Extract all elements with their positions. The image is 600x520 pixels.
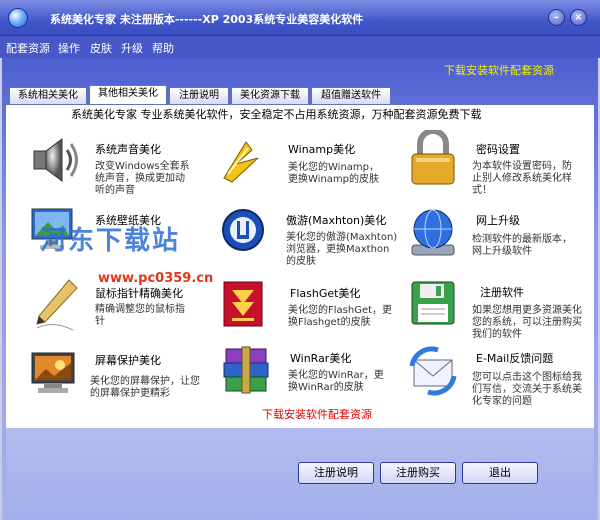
window-title: 系统美化专家 未注册版本------XP 2003系统专业美容美化软件 [50, 13, 364, 26]
screensaver-icon[interactable] [30, 351, 76, 398]
app-logo-icon [8, 8, 28, 28]
pen-cursor-icon[interactable] [33, 278, 79, 335]
feature-flashget-title[interactable]: FlashGet美化 [290, 285, 360, 301]
feature-cursor-title[interactable]: 鼠标指针精确美化 [95, 285, 183, 301]
winamp-icon[interactable] [218, 138, 268, 187]
winrar-icon[interactable] [220, 345, 276, 400]
download-resources-link-bottom[interactable]: 下载安装软件配套资源 [262, 406, 372, 422]
feature-cursor-desc: 精确调整您的鼠标指针 [95, 304, 185, 327]
feature-screensaver-desc: 美化您的屏幕保护，让您的屏幕保护更精彩 [90, 376, 200, 399]
feature-upgrade-title[interactable]: 网上升级 [476, 212, 520, 228]
globe-upgrade-icon[interactable] [408, 207, 458, 262]
title-bar: 系统美化专家 未注册版本------XP 2003系统专业美容美化软件 – × [0, 0, 600, 36]
feature-register-title[interactable]: 注册软件 [480, 284, 524, 300]
floppy-register-icon[interactable] [408, 278, 458, 331]
register-info-button[interactable]: 注册说明 [298, 462, 374, 484]
menu-operation[interactable]: 操作 [58, 40, 80, 56]
feature-register-desc: 如果您想用更多资源美化您的系统，可以注册购买我们的软件 [472, 305, 582, 340]
feature-email-desc: 您可以点击这个图标给我们写信，交流关于系统美化专家的问题 [472, 372, 582, 407]
menu-bar: 配套资源 操作 皮肤 升级 帮助 [0, 36, 600, 58]
feature-maxthon-desc: 美化您的傲游(Maxhton)浏览器，更换Maxthon的皮肤 [286, 232, 398, 267]
feature-winrar-desc: 美化您的WinRar，更换WinRar的皮肤 [288, 370, 384, 393]
register-buy-button[interactable]: 注册购买 [380, 462, 456, 484]
info-banner: 系统美化专家 专业系统美化软件，安全稳定不占用系统资源，万种配套资源免费下载 [6, 104, 594, 126]
email-feedback-icon[interactable] [408, 346, 458, 399]
menu-resources[interactable]: 配套资源 [6, 40, 50, 56]
feature-winamp-title[interactable]: Winamp美化 [288, 141, 355, 157]
feature-maxthon-title[interactable]: 傲游(Maxhton)美化 [286, 212, 386, 228]
tab-other-beautify[interactable]: 其他相关美化 [89, 85, 167, 105]
tab-system-beautify[interactable]: 系统相关美化 [9, 87, 87, 104]
exit-button[interactable]: 退出 [462, 462, 538, 484]
feature-sound-desc: 改变Windows全套系统声音，换成更加动听的声音 [95, 161, 190, 196]
tab-resource-download[interactable]: 美化资源下载 [231, 87, 309, 104]
tab-register-info[interactable]: 注册说明 [169, 87, 229, 104]
speaker-icon[interactable] [30, 135, 80, 188]
maxthon-icon[interactable] [220, 207, 266, 256]
flashget-icon[interactable] [222, 280, 264, 331]
menu-upgrade[interactable]: 升级 [121, 40, 143, 56]
feature-password-title[interactable]: 密码设置 [476, 141, 520, 157]
feature-winamp-desc: 美化您的Winamp，更换Winamp的皮肤 [288, 162, 380, 185]
menu-help[interactable]: 帮助 [152, 40, 174, 56]
tab-bonus-software[interactable]: 超值赠送软件 [311, 87, 391, 104]
watermark-text: 河东下载站 [40, 226, 181, 256]
close-button[interactable]: × [570, 9, 587, 26]
feature-screensaver-title[interactable]: 屏幕保护美化 [95, 352, 161, 368]
feature-password-desc: 为本软件设置密码，防止别人修改系统美化样式！ [472, 161, 572, 196]
feature-sound-title[interactable]: 系统声音美化 [95, 141, 161, 157]
feature-upgrade-desc: 检测软件的最新版本，网上升级软件 [472, 234, 572, 257]
padlock-icon[interactable] [408, 128, 458, 189]
feature-flashget-desc: 美化您的FlashGet，更换Flashget的皮肤 [288, 305, 393, 328]
menu-skin[interactable]: 皮肤 [90, 40, 112, 56]
minimize-button[interactable]: – [548, 9, 565, 26]
download-resources-link-top[interactable]: 下载安装软件配套资源 [444, 62, 554, 78]
watermark-url: www.pc0359.cn [98, 271, 214, 286]
feature-email-title[interactable]: E-Mail反馈问题 [476, 350, 553, 366]
feature-winrar-title[interactable]: WinRar美化 [290, 350, 351, 366]
